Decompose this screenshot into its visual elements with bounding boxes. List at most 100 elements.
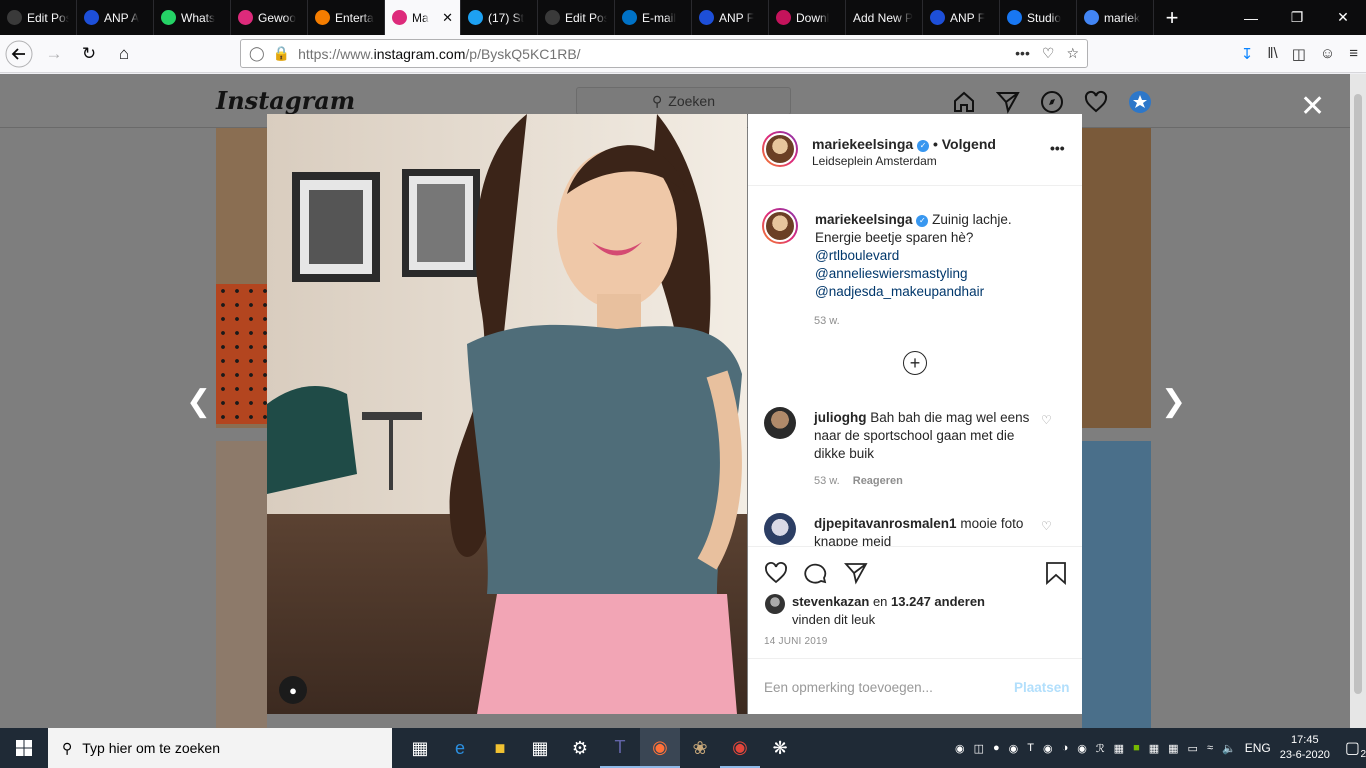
like-comment-icon[interactable]: ♡: [1041, 413, 1052, 427]
close-tab-icon[interactable]: ✕: [442, 10, 453, 26]
comment-icon[interactable]: [804, 561, 828, 585]
language-indicator[interactable]: ENG: [1245, 741, 1271, 755]
settings-icon[interactable]: ⚙: [560, 728, 600, 768]
teams-icon[interactable]: T: [600, 728, 640, 768]
search-input[interactable]: ⚲ Zoeken: [576, 87, 791, 115]
browser-tab[interactable]: ANP F: [692, 0, 769, 35]
tray-app-icon[interactable]: ◉: [955, 742, 965, 755]
browser-tab[interactable]: Downl: [769, 0, 846, 35]
browser-tab[interactable]: Whats: [154, 0, 231, 35]
background-post-tile[interactable]: [1082, 128, 1151, 428]
file-explorer-icon[interactable]: ■: [480, 728, 520, 768]
tray-app-icon[interactable]: ●: [993, 742, 1000, 754]
mention-link[interactable]: @nadjesda_makeupandhair: [815, 284, 984, 299]
download-icon[interactable]: ↧: [1241, 45, 1254, 63]
tray-app-icon[interactable]: ◉: [1043, 742, 1053, 755]
tray-app-icon[interactable]: ▦: [1149, 742, 1159, 755]
liker-username[interactable]: stevenkazan: [792, 594, 869, 609]
caption-avatar[interactable]: [762, 208, 798, 244]
like-comment-icon[interactable]: ♡: [1041, 519, 1052, 533]
bookmark-star-icon[interactable]: ☆: [1066, 45, 1079, 62]
clock[interactable]: 17:45 23-6-2020: [1280, 733, 1330, 763]
browser-tab[interactable]: mariek: [1077, 0, 1154, 35]
liker-avatar[interactable]: [765, 594, 785, 614]
comment-age[interactable]: 53 w.: [814, 475, 840, 487]
back-button[interactable]: [3, 38, 35, 70]
caption-age[interactable]: 53 w.: [814, 315, 840, 327]
sidebar-icon[interactable]: ◫: [1292, 45, 1306, 63]
like-heart-icon[interactable]: [764, 561, 788, 585]
browser-tab[interactable]: E-mail: [615, 0, 692, 35]
edge-icon[interactable]: e: [440, 728, 480, 768]
background-post-tile[interactable]: [216, 441, 267, 728]
background-post-tile[interactable]: [1082, 441, 1151, 728]
app-icon[interactable]: ❋: [760, 728, 800, 768]
mention-link[interactable]: @annelieswiersmastyling: [815, 266, 968, 281]
tray-app-icon[interactable]: ◉: [1077, 742, 1087, 755]
new-tab-button[interactable]: +: [1154, 0, 1190, 35]
browser-tab[interactable]: Ma ✕: [385, 0, 461, 35]
instagram-logo[interactable]: Instagram: [216, 86, 355, 115]
browser-tab[interactable]: Add New P: [846, 0, 923, 35]
author-avatar[interactable]: [762, 131, 798, 167]
restore-icon[interactable]: ❐: [1274, 0, 1320, 35]
close-window-icon[interactable]: ✕: [1320, 0, 1366, 35]
minimize-icon[interactable]: —: [1228, 0, 1274, 35]
pocket-icon[interactable]: ♡: [1042, 45, 1055, 62]
page-actions-icon[interactable]: •••: [1015, 45, 1030, 62]
explore-icon[interactable]: [1040, 90, 1064, 114]
taskbar-search-input[interactable]: ⚲ Typ hier om te zoeken: [48, 728, 392, 768]
commenter-avatar[interactable]: [764, 513, 796, 545]
comment-input[interactable]: Een opmerking toevoegen...: [764, 680, 933, 695]
paint-icon[interactable]: ❀: [680, 728, 720, 768]
scrollbar-thumb[interactable]: [1354, 94, 1362, 694]
profile-avatar-icon[interactable]: [1128, 90, 1152, 114]
tray-app-icon[interactable]: ◑: [1062, 742, 1069, 754]
load-more-comments-icon[interactable]: +: [903, 351, 927, 375]
author-username[interactable]: mariekeelsinga: [812, 136, 913, 152]
tagged-user-icon[interactable]: ●: [279, 676, 307, 704]
tray-app-icon[interactable]: ▦: [1114, 742, 1124, 755]
lock-icon[interactable]: 🔒: [273, 45, 290, 62]
browser-tab[interactable]: (17) St: [461, 0, 538, 35]
caption-username[interactable]: mariekeelsinga: [815, 212, 913, 227]
mention-link[interactable]: @rtlboulevard: [815, 248, 899, 263]
volume-icon[interactable]: 🔈: [1222, 742, 1236, 755]
browser-tab[interactable]: Enterta: [308, 0, 385, 35]
account-icon[interactable]: ☺: [1320, 45, 1335, 62]
follow-status[interactable]: • Volgend: [933, 136, 996, 152]
tray-app-icon[interactable]: T: [1027, 742, 1034, 754]
previous-post-icon[interactable]: ❮: [186, 384, 211, 419]
home-icon[interactable]: [952, 90, 976, 114]
menu-icon[interactable]: ≡: [1349, 45, 1358, 62]
browser-tab[interactable]: ANP A: [77, 0, 154, 35]
share-icon[interactable]: [844, 561, 868, 585]
task-view-icon[interactable]: ▦: [400, 728, 440, 768]
post-comment-button[interactable]: Plaatsen: [1014, 680, 1070, 695]
tray-app-icon[interactable]: ▦: [1168, 742, 1178, 755]
save-bookmark-icon[interactable]: [1045, 561, 1067, 585]
post-date[interactable]: 14 JUNI 2019: [764, 636, 828, 647]
browser-tab[interactable]: Edit Post ‹: [538, 0, 615, 35]
firefox-icon[interactable]: ◉: [640, 728, 680, 768]
bluetooth-icon[interactable]: ℛ: [1096, 742, 1105, 755]
page-scrollbar[interactable]: [1350, 74, 1366, 728]
browser-tab[interactable]: Studio: [1000, 0, 1077, 35]
next-post-icon[interactable]: ❯: [1161, 384, 1186, 419]
notification-center-icon[interactable]: ▢ 2: [1345, 738, 1366, 760]
forward-icon[interactable]: →: [38, 38, 70, 70]
tray-app-icon[interactable]: ◫: [974, 742, 984, 755]
reply-link[interactable]: Reageren: [853, 475, 903, 487]
browser-tab[interactable]: Gewoo: [231, 0, 308, 35]
url-bar[interactable]: ◯ 🔒 https://www.instagram.com/p/ByskQ5KC…: [240, 39, 1088, 68]
chrome-icon[interactable]: ◉: [720, 728, 760, 768]
library-icon[interactable]: ‖\: [1267, 45, 1277, 62]
battery-icon[interactable]: ▭: [1188, 742, 1198, 755]
wifi-icon[interactable]: ≈: [1207, 742, 1213, 754]
commenter-avatar[interactable]: [764, 407, 796, 439]
likes-count[interactable]: 13.247 anderen: [891, 594, 985, 609]
close-modal-icon[interactable]: ✕: [1300, 92, 1325, 122]
shield-icon[interactable]: ◯: [249, 45, 265, 62]
post-location[interactable]: Leidseplein Amsterdam: [812, 154, 937, 168]
reload-icon[interactable]: ↻: [73, 38, 105, 70]
